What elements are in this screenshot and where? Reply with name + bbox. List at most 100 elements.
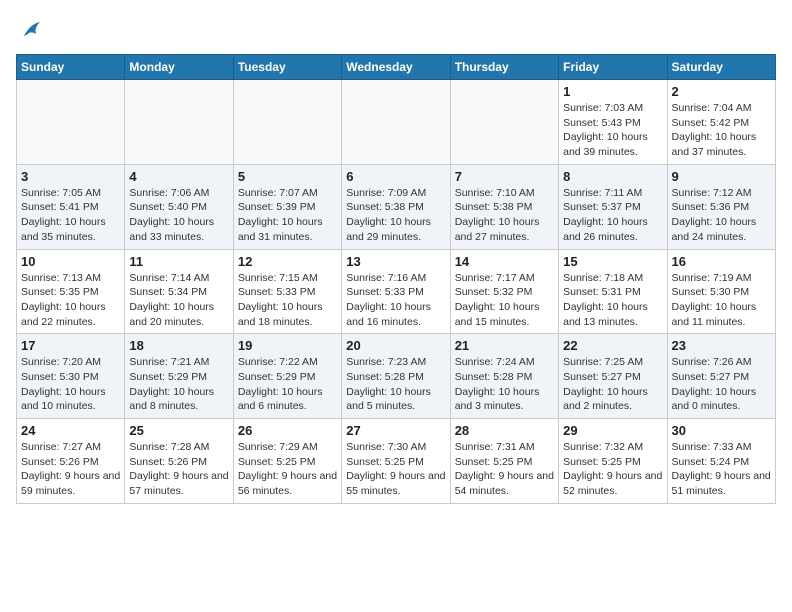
day-number: 27 — [346, 423, 445, 438]
calendar-cell: 3Sunrise: 7:05 AM Sunset: 5:41 PM Daylig… — [17, 164, 125, 249]
day-info: Sunrise: 7:07 AM Sunset: 5:39 PM Dayligh… — [238, 186, 337, 245]
calendar-week-row: 1 Sunrise: 7:03 AM Sunset: 5:43 PM Daylig… — [17, 80, 776, 165]
page-header — [16, 16, 776, 46]
day-number: 15 — [563, 254, 662, 269]
calendar-cell: 22 Sunrise: 7:25 AM Sunset: 5:27 PM Dayli… — [559, 334, 667, 419]
calendar-header: SundayMondayTuesdayWednesdayThursdayFrid… — [17, 55, 776, 80]
day-number: 22 — [563, 338, 662, 353]
calendar-cell: 24 Sunrise: 7:27 AM Sunset: 5:26 PM Dayli… — [17, 419, 125, 504]
day-info: Sunrise: 7:29 AM Sunset: 5:25 PM Dayligh… — [238, 440, 337, 499]
calendar-cell: 19 Sunrise: 7:22 AM Sunset: 5:29 PM Dayli… — [233, 334, 341, 419]
day-number: 21 — [455, 338, 554, 353]
day-number: 17 — [21, 338, 120, 353]
logo — [16, 16, 50, 46]
day-number: 2 — [672, 84, 771, 99]
day-info: Sunrise: 7:22 AM Sunset: 5:29 PM Dayligh… — [238, 355, 337, 414]
day-number: 9 — [672, 169, 771, 184]
day-info: Sunrise: 7:06 AM Sunset: 5:40 PM Dayligh… — [129, 186, 228, 245]
day-number: 26 — [238, 423, 337, 438]
calendar-cell: 21 Sunrise: 7:24 AM Sunset: 5:28 PM Dayli… — [450, 334, 558, 419]
calendar-cell: 16Sunrise: 7:19 AM Sunset: 5:30 PM Dayli… — [667, 249, 775, 334]
day-info: Sunrise: 7:21 AM Sunset: 5:29 PM Dayligh… — [129, 355, 228, 414]
day-info: Sunrise: 7:19 AM Sunset: 5:30 PM Dayligh… — [672, 271, 771, 330]
day-of-week-header: Wednesday — [342, 55, 450, 80]
calendar-cell — [450, 80, 558, 165]
day-info: Sunrise: 7:24 AM Sunset: 5:28 PM Dayligh… — [455, 355, 554, 414]
calendar-cell: 5 Sunrise: 7:07 AM Sunset: 5:39 PM Daylig… — [233, 164, 341, 249]
day-number: 30 — [672, 423, 771, 438]
day-of-week-header: Thursday — [450, 55, 558, 80]
day-number: 10 — [21, 254, 120, 269]
day-info: Sunrise: 7:10 AM Sunset: 5:38 PM Dayligh… — [455, 186, 554, 245]
calendar-cell: 1 Sunrise: 7:03 AM Sunset: 5:43 PM Daylig… — [559, 80, 667, 165]
day-info: Sunrise: 7:09 AM Sunset: 5:38 PM Dayligh… — [346, 186, 445, 245]
calendar-cell: 23 Sunrise: 7:26 AM Sunset: 5:27 PM Dayli… — [667, 334, 775, 419]
calendar-week-row: 17 Sunrise: 7:20 AM Sunset: 5:30 PM Dayli… — [17, 334, 776, 419]
calendar-cell: 10 Sunrise: 7:13 AM Sunset: 5:35 PM Dayli… — [17, 249, 125, 334]
calendar-cell: 7Sunrise: 7:10 AM Sunset: 5:38 PM Daylig… — [450, 164, 558, 249]
calendar-body: 1 Sunrise: 7:03 AM Sunset: 5:43 PM Daylig… — [17, 80, 776, 504]
day-number: 25 — [129, 423, 228, 438]
day-info: Sunrise: 7:26 AM Sunset: 5:27 PM Dayligh… — [672, 355, 771, 414]
calendar-cell: 17 Sunrise: 7:20 AM Sunset: 5:30 PM Dayli… — [17, 334, 125, 419]
day-info: Sunrise: 7:31 AM Sunset: 5:25 PM Dayligh… — [455, 440, 554, 499]
day-number: 19 — [238, 338, 337, 353]
day-info: Sunrise: 7:11 AM Sunset: 5:37 PM Dayligh… — [563, 186, 662, 245]
day-number: 23 — [672, 338, 771, 353]
calendar-cell — [17, 80, 125, 165]
day-info: Sunrise: 7:20 AM Sunset: 5:30 PM Dayligh… — [21, 355, 120, 414]
calendar-cell: 18 Sunrise: 7:21 AM Sunset: 5:29 PM Dayli… — [125, 334, 233, 419]
day-info: Sunrise: 7:28 AM Sunset: 5:26 PM Dayligh… — [129, 440, 228, 499]
calendar-cell — [125, 80, 233, 165]
calendar-cell: 25 Sunrise: 7:28 AM Sunset: 5:26 PM Dayli… — [125, 419, 233, 504]
day-number: 1 — [563, 84, 662, 99]
day-info: Sunrise: 7:12 AM Sunset: 5:36 PM Dayligh… — [672, 186, 771, 245]
calendar-cell — [342, 80, 450, 165]
day-number: 28 — [455, 423, 554, 438]
calendar-week-row: 10 Sunrise: 7:13 AM Sunset: 5:35 PM Dayli… — [17, 249, 776, 334]
day-number: 12 — [238, 254, 337, 269]
calendar-cell: 6Sunrise: 7:09 AM Sunset: 5:38 PM Daylig… — [342, 164, 450, 249]
calendar-cell: 27 Sunrise: 7:30 AM Sunset: 5:25 PM Dayli… — [342, 419, 450, 504]
calendar-cell: 15 Sunrise: 7:18 AM Sunset: 5:31 PM Dayli… — [559, 249, 667, 334]
day-number: 3 — [21, 169, 120, 184]
day-of-week-header: Friday — [559, 55, 667, 80]
day-of-week-header: Monday — [125, 55, 233, 80]
day-info: Sunrise: 7:18 AM Sunset: 5:31 PM Dayligh… — [563, 271, 662, 330]
day-number: 11 — [129, 254, 228, 269]
calendar-cell: 9 Sunrise: 7:12 AM Sunset: 5:36 PM Daylig… — [667, 164, 775, 249]
calendar-cell: 26 Sunrise: 7:29 AM Sunset: 5:25 PM Dayli… — [233, 419, 341, 504]
day-number: 14 — [455, 254, 554, 269]
day-info: Sunrise: 7:27 AM Sunset: 5:26 PM Dayligh… — [21, 440, 120, 499]
day-info: Sunrise: 7:33 AM Sunset: 5:24 PM Dayligh… — [672, 440, 771, 499]
day-info: Sunrise: 7:15 AM Sunset: 5:33 PM Dayligh… — [238, 271, 337, 330]
day-number: 18 — [129, 338, 228, 353]
day-number: 13 — [346, 254, 445, 269]
day-info: Sunrise: 7:30 AM Sunset: 5:25 PM Dayligh… — [346, 440, 445, 499]
calendar-cell: 2Sunrise: 7:04 AM Sunset: 5:42 PM Daylig… — [667, 80, 775, 165]
day-number: 24 — [21, 423, 120, 438]
day-info: Sunrise: 7:17 AM Sunset: 5:32 PM Dayligh… — [455, 271, 554, 330]
calendar-cell: 12 Sunrise: 7:15 AM Sunset: 5:33 PM Dayli… — [233, 249, 341, 334]
calendar-cell: 29Sunrise: 7:32 AM Sunset: 5:25 PM Dayli… — [559, 419, 667, 504]
day-info: Sunrise: 7:23 AM Sunset: 5:28 PM Dayligh… — [346, 355, 445, 414]
day-of-week-header: Tuesday — [233, 55, 341, 80]
day-info: Sunrise: 7:13 AM Sunset: 5:35 PM Dayligh… — [21, 271, 120, 330]
calendar-table: SundayMondayTuesdayWednesdayThursdayFrid… — [16, 54, 776, 504]
day-info: Sunrise: 7:03 AM Sunset: 5:43 PM Dayligh… — [563, 101, 662, 160]
day-info: Sunrise: 7:16 AM Sunset: 5:33 PM Dayligh… — [346, 271, 445, 330]
day-number: 5 — [238, 169, 337, 184]
calendar-week-row: 24 Sunrise: 7:27 AM Sunset: 5:26 PM Dayli… — [17, 419, 776, 504]
calendar-cell: 13 Sunrise: 7:16 AM Sunset: 5:33 PM Dayli… — [342, 249, 450, 334]
day-number: 20 — [346, 338, 445, 353]
calendar-cell: 11Sunrise: 7:14 AM Sunset: 5:34 PM Dayli… — [125, 249, 233, 334]
calendar-cell: 4Sunrise: 7:06 AM Sunset: 5:40 PM Daylig… — [125, 164, 233, 249]
logo-icon — [16, 16, 46, 46]
day-of-week-header: Saturday — [667, 55, 775, 80]
day-of-week-header: Sunday — [17, 55, 125, 80]
calendar-cell: 14 Sunrise: 7:17 AM Sunset: 5:32 PM Dayli… — [450, 249, 558, 334]
day-info: Sunrise: 7:25 AM Sunset: 5:27 PM Dayligh… — [563, 355, 662, 414]
header-row: SundayMondayTuesdayWednesdayThursdayFrid… — [17, 55, 776, 80]
day-number: 8 — [563, 169, 662, 184]
day-info: Sunrise: 7:32 AM Sunset: 5:25 PM Dayligh… — [563, 440, 662, 499]
